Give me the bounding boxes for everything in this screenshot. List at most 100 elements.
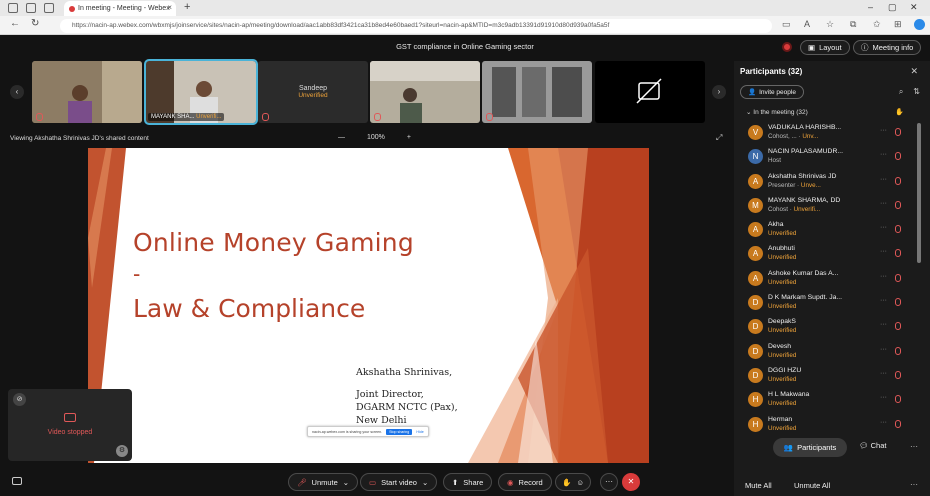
mic-muted-icon[interactable] [895,370,901,379]
list-item[interactable]: A Ashoke Kumar Das A... Unverified ··· [734,267,930,291]
list-item[interactable]: D DeepakS Unverified ··· [734,315,930,339]
mic-muted-icon[interactable] [895,346,901,355]
self-view[interactable]: ⊘ Video stopped ⚙ [8,389,132,461]
list-item[interactable]: H H L Makwana Unverified ··· [734,388,930,412]
record-button[interactable]: ◉ Record [498,473,552,491]
more-options-icon[interactable]: ··· [880,127,887,134]
copilot-icon[interactable] [914,19,925,30]
more-options-icon[interactable]: ··· [880,248,887,255]
mic-muted-icon[interactable] [895,128,901,136]
mic-muted-icon[interactable] [895,152,901,161]
more-panels-button[interactable]: ··· [910,442,918,451]
avatar: N [748,149,763,165]
chevron-down-icon: ⌄ [421,477,429,487]
list-item[interactable]: D Devesh Unverified ··· [734,340,930,364]
avatar: V [748,125,763,140]
more-options-button[interactable]: ··· [600,473,618,491]
more-options-icon[interactable]: ··· [880,224,887,231]
more-options-icon[interactable]: ··· [880,419,887,426]
mic-muted-icon[interactable] [895,249,901,258]
more-options-icon[interactable]: ··· [880,370,887,377]
list-item[interactable]: H Herman Unverified ··· [734,413,930,437]
close-panel-icon[interactable]: ✕ [910,66,918,77]
mic-muted-icon[interactable] [895,225,901,234]
more-options-icon[interactable]: ··· [880,297,887,304]
list-item[interactable]: V VADUKALA HARISHB... Cohost, ... · Unv.… [734,121,930,145]
video-thumbnail[interactable] [595,61,705,123]
leave-meeting-button[interactable]: ✕ [622,473,640,491]
reactions-button[interactable]: ✋ ☺ [555,473,592,491]
mic-muted-icon[interactable] [895,176,901,185]
chat-button[interactable]: 💬︎ Chat [859,441,886,450]
browser-tab[interactable]: In meeting - Meeting - Webex × [64,1,176,16]
zoom-in-button[interactable]: + [407,134,411,141]
sort-icon[interactable]: ⇅ [913,87,920,97]
more-options-icon[interactable]: ··· [880,346,887,353]
mic-muted-icon[interactable] [895,298,901,307]
video-thumbnail[interactable] [32,61,142,123]
pin-icon[interactable]: ⊘ [13,393,26,406]
prev-participants-button[interactable]: ‹ [10,85,24,99]
more-options-icon[interactable]: ··· [880,394,887,401]
panel-scrollbar[interactable] [917,123,921,263]
hide-notice-button[interactable]: Hide [416,430,423,434]
list-item[interactable]: N NACIN PALASAMUDR... Host ··· [734,145,930,169]
list-item[interactable]: A Anubhuti Unverified ··· [734,242,930,266]
extensions-icon[interactable]: ⧉ [850,19,856,30]
meeting-info-button[interactable]: ⓘ Meeting info [853,40,922,55]
layout-button[interactable]: ▣ Layout [800,40,850,55]
video-thumbnail[interactable] [482,61,592,123]
participant-name: Herman [768,415,793,423]
mic-muted-icon[interactable] [895,395,901,404]
mic-muted-icon[interactable] [895,200,901,209]
unverified-badge: Unve... [800,181,821,189]
list-item[interactable]: D D K Markam Supdt. Ja... Unverified ··· [734,291,930,315]
stop-sharing-button[interactable]: Stop sharing [386,428,413,435]
next-participants-button[interactable]: › [712,85,726,99]
video-thumbnail[interactable]: MAYANK SHA... Unverifi... [144,59,258,125]
chat-icon: 💬︎ [859,441,869,450]
tab-actions-icon[interactable] [44,3,54,13]
close-tab-icon[interactable]: × [167,3,172,12]
share-button[interactable]: ⬆ Share [443,473,493,491]
gear-icon[interactable]: ⚙ [116,445,128,457]
maximize-icon[interactable]: ▢ [888,2,897,13]
more-options-icon[interactable]: ··· [880,176,887,183]
workspaces-icon[interactable] [26,3,36,13]
video-thumbnail[interactable]: Sandeep Unverified [258,61,368,123]
favorites-bar-icon[interactable]: ✩ [873,19,881,30]
zoom-out-button[interactable]: — [338,134,345,141]
mic-muted-icon[interactable] [895,419,901,428]
minimize-icon[interactable]: – [868,2,873,12]
address-bar[interactable]: https://nacin-ap.webex.com/wbxmjs/joinse… [60,19,772,33]
list-item[interactable]: A Akshatha Shrinivas JD Presenter · Unve… [734,170,930,194]
refresh-icon[interactable]: ↻ [31,18,39,29]
search-icon[interactable]: ⌕ [899,87,903,97]
mic-muted-icon[interactable] [895,322,901,331]
profile-icon[interactable] [8,3,18,13]
back-icon[interactable]: ← [10,18,20,29]
slide-title-line2: Law & Compliance [133,294,366,323]
in-meeting-section[interactable]: ⌄ In the meeting (32) [746,108,808,116]
camera-permission-icon[interactable]: ▭ [782,19,791,30]
more-options-icon[interactable]: ··· [880,200,887,207]
collections-icon[interactable]: ⊞ [894,19,902,30]
list-item[interactable]: A Akha Unverified ··· [734,218,930,242]
favorite-icon[interactable]: ☆ [826,19,834,30]
more-options-icon[interactable]: ··· [880,151,887,158]
read-aloud-icon[interactable]: A [804,19,810,29]
video-thumbnail[interactable] [370,61,480,123]
mic-muted-icon[interactable] [895,273,901,282]
list-item[interactable]: D DGGI HZU Unverified ··· [734,364,930,388]
new-tab-button[interactable]: + [184,1,190,13]
more-options-icon[interactable]: ··· [880,273,887,280]
more-options-icon[interactable]: ··· [880,321,887,328]
close-window-icon[interactable]: ✕ [910,2,918,13]
unmute-button[interactable]: 🎤︎ Unmute ⌄ [288,473,359,491]
thumbnail-name: Sandeep [298,85,327,92]
participants-button[interactable]: 👥 Participants [773,438,847,457]
start-video-button[interactable]: ▭ Start video ⌄ [360,473,438,491]
fullscreen-icon[interactable]: ⤢ [716,133,722,143]
invite-people-button[interactable]: 👤 Invite people [740,85,804,99]
list-item[interactable]: M MAYANK SHARMA, DD Cohost · Unverifi...… [734,194,930,218]
